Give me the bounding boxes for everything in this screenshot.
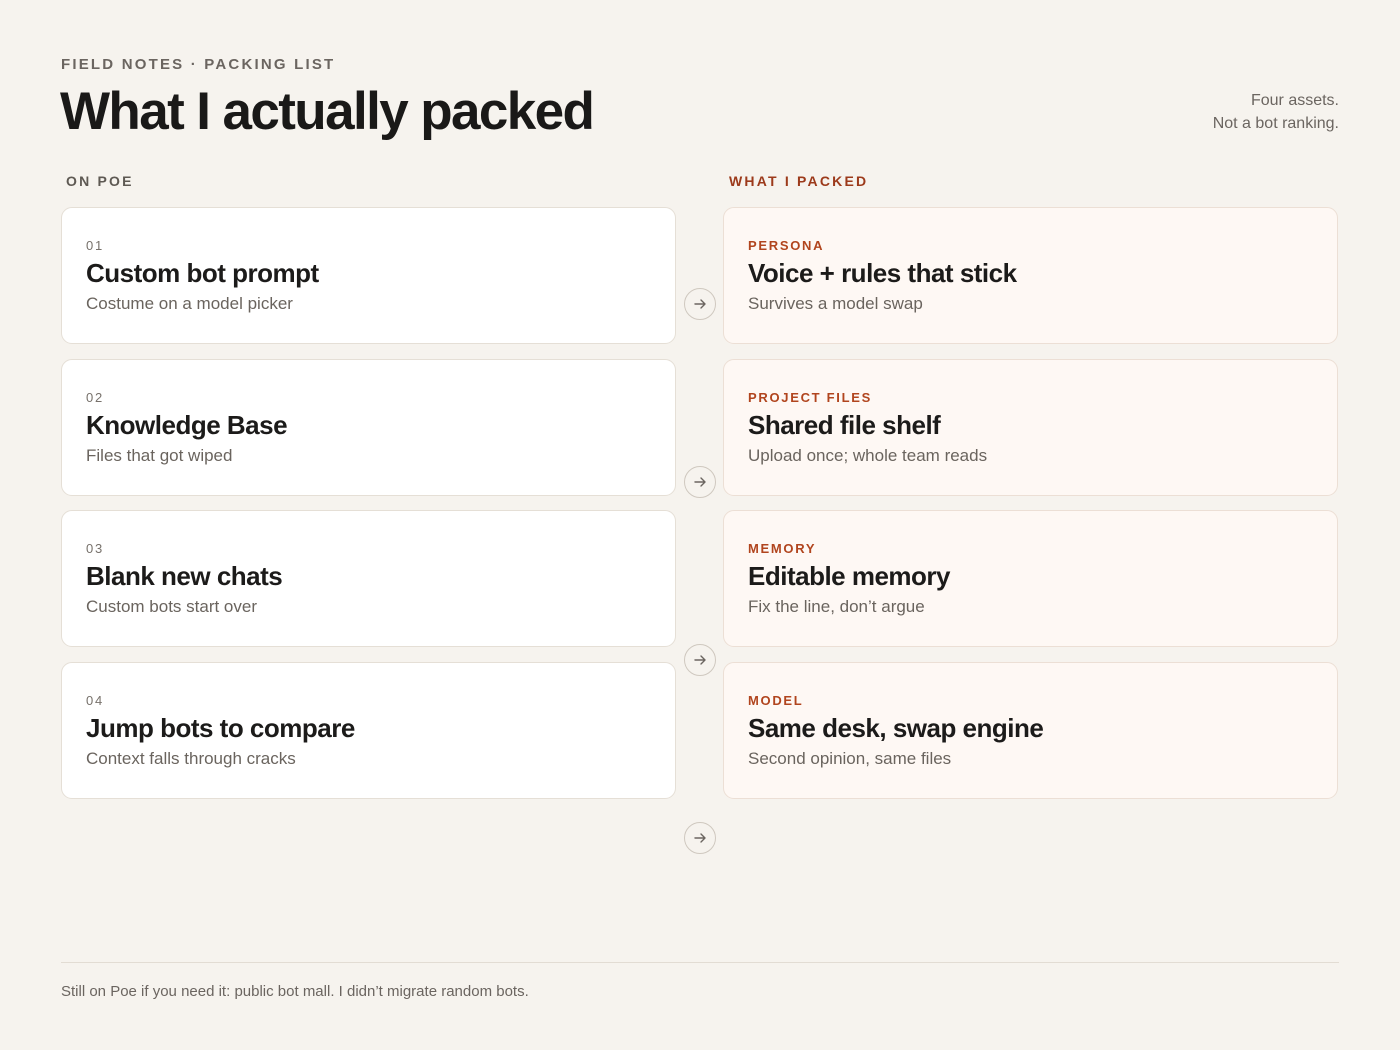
corner-note: Four assets. Not a bot ranking. xyxy=(1213,89,1339,135)
card-number: 03 xyxy=(86,541,105,556)
packed-card-memory: MEMORY Editable memory Fix the line, don… xyxy=(723,510,1338,647)
card-subtitle: Upload once; whole team reads xyxy=(748,446,988,465)
card-number: 04 xyxy=(86,693,105,708)
card-subtitle: Second opinion, same files xyxy=(748,749,952,768)
card-title: Same desk, swap engine xyxy=(748,713,1044,743)
card-subtitle: Costume on a model picker xyxy=(86,294,293,313)
poe-card-3: 03 Blank new chats Custom bots start ove… xyxy=(61,510,676,647)
packed-card-persona: PERSONA Voice + rules that stick Survive… xyxy=(723,207,1338,344)
poe-card-1: 01 Custom bot prompt Costume on a model … xyxy=(61,207,676,344)
card-tag: MODEL xyxy=(748,693,804,708)
column-label-what-i-packed: WHAT I PACKED xyxy=(729,173,869,189)
corner-note-line-1: Four assets. xyxy=(1250,92,1339,109)
arrow-right-icon xyxy=(684,288,716,320)
arrow-right-icon xyxy=(684,644,716,676)
card-tag: MEMORY xyxy=(748,541,817,556)
poe-card-4: 04 Jump bots to compare Context falls th… xyxy=(61,662,676,799)
card-subtitle: Custom bots start over xyxy=(86,597,258,616)
footer-divider xyxy=(61,962,1339,963)
poe-card-2: 02 Knowledge Base Files that got wiped xyxy=(61,359,676,496)
card-number: 02 xyxy=(86,390,105,405)
card-subtitle: Fix the line, don’t argue xyxy=(748,597,925,616)
card-title: Blank new chats xyxy=(86,561,283,591)
arrow-right-icon xyxy=(684,822,716,854)
corner-note-line-2: Not a bot ranking. xyxy=(1212,115,1339,132)
page-title: What I actually packed xyxy=(60,82,595,141)
card-subtitle: Context falls through cracks xyxy=(86,749,296,768)
packed-card-model: MODEL Same desk, swap engine Second opin… xyxy=(723,662,1338,799)
arrow-right-icon xyxy=(684,466,716,498)
card-title: Editable memory xyxy=(748,561,951,591)
packed-card-project-files: PROJECT FILES Shared file shelf Upload o… xyxy=(723,359,1338,496)
footer-note: Still on Poe if you need it: public bot … xyxy=(61,983,529,1000)
card-subtitle: Survives a model swap xyxy=(748,294,923,313)
card-tag: PROJECT FILES xyxy=(748,390,872,405)
card-title: Shared file shelf xyxy=(748,410,941,440)
card-title: Jump bots to compare xyxy=(86,713,355,743)
card-title: Voice + rules that stick xyxy=(748,258,1017,288)
card-title: Knowledge Base xyxy=(86,410,288,440)
column-label-on-poe: ON POE xyxy=(66,173,134,189)
eyebrow: FIELD NOTES · PACKING LIST xyxy=(61,56,336,73)
card-title: Custom bot prompt xyxy=(86,258,319,288)
card-number: 01 xyxy=(86,238,105,253)
card-subtitle: Files that got wiped xyxy=(86,446,233,465)
card-tag: PERSONA xyxy=(748,238,825,253)
